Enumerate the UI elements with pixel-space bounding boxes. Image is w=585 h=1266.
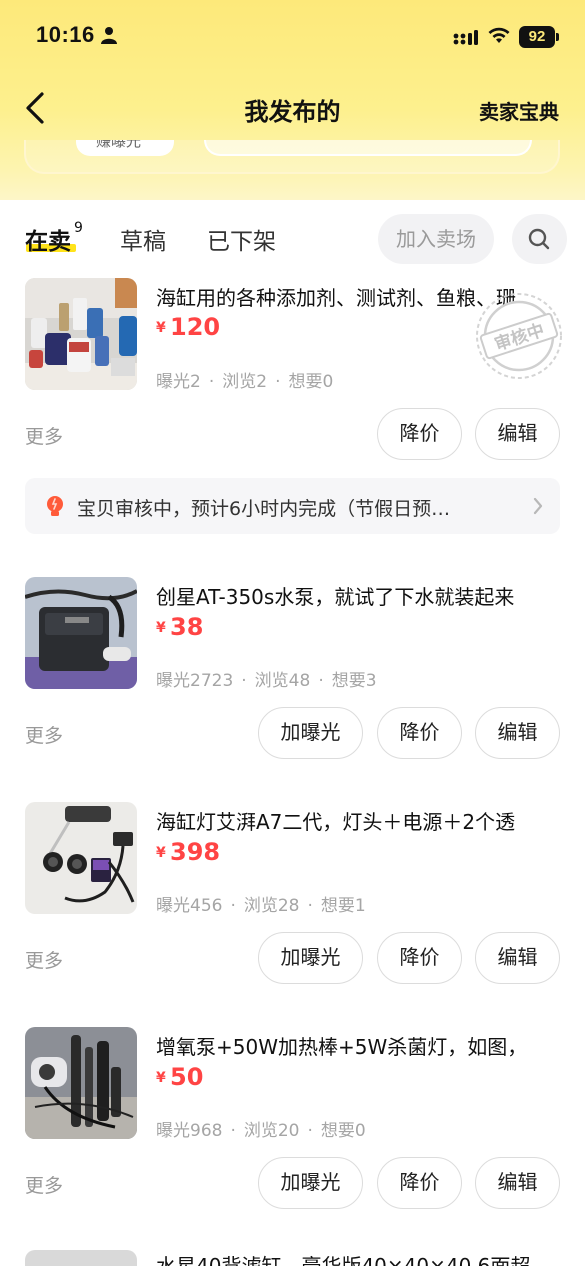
exposure-count: 曝光2723 — [156, 671, 234, 691]
listing-stats: 曝光2 · 浏览2 · 想要0 — [156, 372, 334, 392]
reduce-price-button[interactable]: 降价 — [377, 1157, 462, 1209]
want-count: 想要0 — [320, 1121, 366, 1141]
exposure-count: 曝光2 — [156, 372, 201, 392]
listing-stats: 曝光456 · 浏览28 · 想要1 — [156, 896, 366, 916]
cellular-signal-icon — [453, 30, 478, 45]
price-symbol: ¥ — [156, 1070, 166, 1086]
battery-indicator: 92 — [519, 26, 559, 48]
person-icon — [101, 27, 117, 44]
listing-thumbnail[interactable] — [25, 278, 137, 390]
reduce-price-button[interactable]: 降价 — [377, 932, 462, 984]
tab-bar: 在卖 草稿 已下架 — [0, 200, 585, 272]
listing-title[interactable]: 创星AT-350s水泵，就试了下水就装起来 — [156, 581, 566, 610]
wifi-icon — [488, 27, 510, 43]
review-notice-text: 宝贝审核中，预计6小时内完成（节假日预… — [77, 498, 451, 520]
listing-price: 398 — [170, 838, 221, 866]
want-count: 想要0 — [288, 372, 334, 392]
listing-title[interactable]: 海缸灯艾湃A7二代，灯头＋电源＋2个透 — [156, 806, 566, 835]
chevron-right-icon — [533, 497, 543, 515]
edit-button[interactable]: 编辑 — [475, 707, 560, 759]
under-review-stamp: 审核中 — [476, 293, 562, 379]
price-symbol: ¥ — [156, 845, 166, 861]
listing-thumbnail[interactable] — [25, 802, 137, 914]
listing-thumbnail[interactable] — [25, 577, 137, 689]
promo-pill-right[interactable] — [204, 140, 532, 156]
promo-pill-label: 赚曝光 — [96, 140, 142, 150]
reduce-price-button[interactable]: 降价 — [377, 408, 462, 460]
listing-title[interactable]: 增氧泵+50W加热棒+5W杀菌灯，如图， — [156, 1031, 566, 1060]
more-link[interactable]: 更多 — [25, 1171, 63, 1198]
price-symbol: ¥ — [156, 620, 166, 636]
listing-stats: 曝光2723 · 浏览48 · 想要3 — [156, 671, 377, 691]
edit-button[interactable]: 编辑 — [475, 1157, 560, 1209]
tab-delisted[interactable]: 已下架 — [207, 222, 276, 256]
want-count: 想要1 — [320, 896, 366, 916]
listing-thumbnail[interactable] — [25, 1027, 137, 1139]
view-count: 浏览48 — [254, 671, 311, 691]
edit-button[interactable]: 编辑 — [475, 932, 560, 984]
status-bar: 10:16 92 — [0, 0, 585, 74]
reduce-price-button[interactable]: 降价 — [377, 707, 462, 759]
listing-price: 120 — [170, 313, 221, 341]
listing-price: 50 — [170, 1063, 204, 1091]
search-button[interactable] — [512, 214, 567, 264]
join-marketplace-button[interactable]: 加入卖场 — [378, 214, 494, 264]
exposure-count: 曝光968 — [156, 1121, 223, 1141]
boost-exposure-button[interactable]: 加曝光 — [258, 1157, 363, 1209]
tab-drafts[interactable]: 草稿 — [120, 222, 166, 256]
want-count: 想要3 — [331, 671, 377, 691]
listing-title[interactable]: 水星40背滤缸，豪华版40×40×40 6面超 — [156, 1254, 566, 1266]
tab-on-sale[interactable]: 在卖 — [25, 222, 71, 256]
bulb-icon — [47, 496, 63, 516]
more-link[interactable]: 更多 — [25, 946, 63, 973]
boost-exposure-button[interactable]: 加曝光 — [258, 707, 363, 759]
review-notice-banner[interactable]: 宝贝审核中，预计6小时内完成（节假日预… — [25, 478, 560, 534]
seller-guide-link[interactable]: 卖家宝典 — [479, 96, 559, 125]
view-count: 浏览28 — [243, 896, 300, 916]
view-count: 浏览2 — [222, 372, 268, 392]
price-symbol: ¥ — [156, 320, 166, 336]
view-count: 浏览20 — [243, 1121, 300, 1141]
listing-thumbnail[interactable] — [25, 1250, 137, 1266]
listing-stats: 曝光968 · 浏览20 · 想要0 — [156, 1121, 366, 1141]
search-icon — [528, 228, 550, 250]
promo-pill-left[interactable]: 赚曝光 — [76, 140, 174, 156]
more-link[interactable]: 更多 — [25, 721, 63, 748]
status-time: 10:16 — [36, 22, 95, 47]
more-link[interactable]: 更多 — [25, 422, 63, 449]
listing-price: 38 — [170, 613, 204, 641]
on-sale-count: 9 — [74, 220, 83, 236]
exposure-count: 曝光456 — [156, 896, 223, 916]
boost-exposure-button[interactable]: 加曝光 — [258, 932, 363, 984]
edit-button[interactable]: 编辑 — [475, 408, 560, 460]
